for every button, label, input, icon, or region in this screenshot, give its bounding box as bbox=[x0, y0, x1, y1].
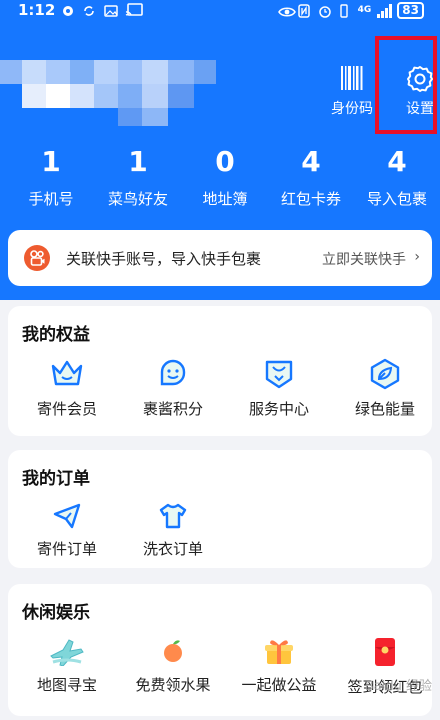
grid-label: 地图寻宝 bbox=[36, 676, 97, 694]
grid-label: 洗衣订单 bbox=[142, 540, 203, 558]
smile-face-icon bbox=[160, 359, 186, 386]
stat-coupons[interactable]: 4 红包卡券 bbox=[268, 146, 354, 209]
my-orders-card: 我的订单 寄件订单 洗衣订单 bbox=[8, 450, 432, 568]
stat-label: 手机号 bbox=[28, 190, 74, 208]
link-kuaishou-button[interactable]: 立即关联快手 bbox=[322, 249, 406, 269]
leisure-item-charity[interactable]: 一起做公益 bbox=[226, 636, 332, 695]
my-rights-card: 我的权益 寄件会员 裹酱积分 服务中心 绿色能量 bbox=[8, 306, 432, 436]
status-bar: 1:12 4G 83 bbox=[0, 0, 440, 22]
grid-label: 裹酱积分 bbox=[142, 400, 203, 418]
rights-item-green-energy[interactable]: 绿色能量 bbox=[332, 358, 438, 419]
section-title: 我的订单 bbox=[22, 469, 90, 489]
send-plane-icon bbox=[53, 503, 81, 529]
alarm-icon bbox=[318, 4, 332, 18]
leisure-card: 休闲娱乐 地图寻宝 免费领水果 一起做公益 签到领红包 bbox=[8, 584, 432, 716]
grid-label: 一起做公益 bbox=[241, 676, 317, 694]
stat-value: 4 bbox=[387, 145, 407, 178]
stat-friends[interactable]: 1 菜鸟好友 bbox=[95, 146, 181, 209]
stat-label: 地址簿 bbox=[202, 190, 248, 208]
stat-label: 导入包裹 bbox=[366, 190, 427, 208]
vibrate-icon bbox=[338, 3, 352, 18]
stat-phone[interactable]: 1 手机号 bbox=[8, 146, 94, 209]
service-bot-icon bbox=[265, 360, 293, 389]
battery-level: 83 bbox=[397, 2, 424, 19]
crown-icon bbox=[51, 360, 83, 386]
stat-label: 红包卡券 bbox=[280, 190, 341, 208]
rights-item-points[interactable]: 裹酱积分 bbox=[120, 358, 226, 419]
section-title: 休闲娱乐 bbox=[22, 603, 90, 623]
sync-icon bbox=[83, 3, 97, 17]
signal-icon bbox=[377, 3, 393, 18]
stat-import-packages[interactable]: 4 导入包裹 bbox=[354, 146, 440, 209]
stat-label: 菜鸟好友 bbox=[107, 190, 168, 208]
stats-row: 1 手机号 1 菜鸟好友 0 地址簿 4 红包卡券 4 导入包裹 bbox=[0, 146, 440, 216]
eye-icon bbox=[277, 4, 296, 18]
identity-code-button[interactable]: 身份码 bbox=[322, 62, 382, 118]
grid-label: 寄件会员 bbox=[36, 400, 97, 418]
stat-value: 1 bbox=[41, 145, 61, 178]
rights-item-service-center[interactable]: 服务中心 bbox=[226, 358, 332, 419]
stat-value: 0 bbox=[215, 145, 235, 178]
stat-value: 1 bbox=[128, 145, 148, 178]
image-icon bbox=[104, 3, 118, 17]
stat-value: 4 bbox=[301, 145, 321, 178]
status-time: 1:12 bbox=[18, 1, 56, 19]
red-envelope-icon bbox=[375, 638, 395, 666]
watermark: Baidu 经验 bbox=[364, 679, 432, 694]
chevron-right-icon: › bbox=[414, 249, 420, 265]
grid-label: 绿色能量 bbox=[354, 400, 415, 418]
gift-box-icon bbox=[265, 640, 293, 664]
tshirt-icon bbox=[159, 503, 187, 529]
grid-label: 服务中心 bbox=[248, 400, 309, 418]
stat-address-book[interactable]: 0 地址簿 bbox=[182, 146, 268, 209]
leisure-item-free-fruit[interactable]: 免费领水果 bbox=[120, 636, 226, 695]
order-item-laundry[interactable]: 洗衣订单 bbox=[120, 502, 226, 559]
map-plane-icon bbox=[50, 639, 84, 666]
fruit-icon bbox=[164, 640, 182, 662]
banner-text: 关联快手账号，导入快手包裹 bbox=[66, 250, 262, 268]
barcode-icon bbox=[341, 66, 363, 90]
grid-label: 寄件订单 bbox=[36, 540, 97, 558]
nfc-icon bbox=[297, 3, 312, 18]
cast-icon bbox=[125, 3, 143, 17]
network-type: 4G bbox=[357, 5, 372, 15]
leisure-item-map-treasure[interactable]: 地图寻宝 bbox=[14, 636, 120, 695]
leaf-icon bbox=[370, 358, 400, 390]
kuaishou-icon bbox=[24, 245, 50, 271]
order-item-shipping[interactable]: 寄件订单 bbox=[14, 502, 120, 559]
notification-icon bbox=[62, 3, 76, 17]
identity-code-label: 身份码 bbox=[331, 101, 373, 117]
section-title: 我的权益 bbox=[22, 325, 90, 345]
blurred-user-profile[interactable] bbox=[0, 36, 220, 126]
rights-item-shipping-member[interactable]: 寄件会员 bbox=[14, 358, 120, 419]
kuaishou-link-banner[interactable]: 关联快手账号，导入快手包裹 立即关联快手 › bbox=[8, 230, 432, 286]
grid-label: 免费领水果 bbox=[135, 676, 211, 694]
settings-highlight-box bbox=[375, 36, 437, 134]
